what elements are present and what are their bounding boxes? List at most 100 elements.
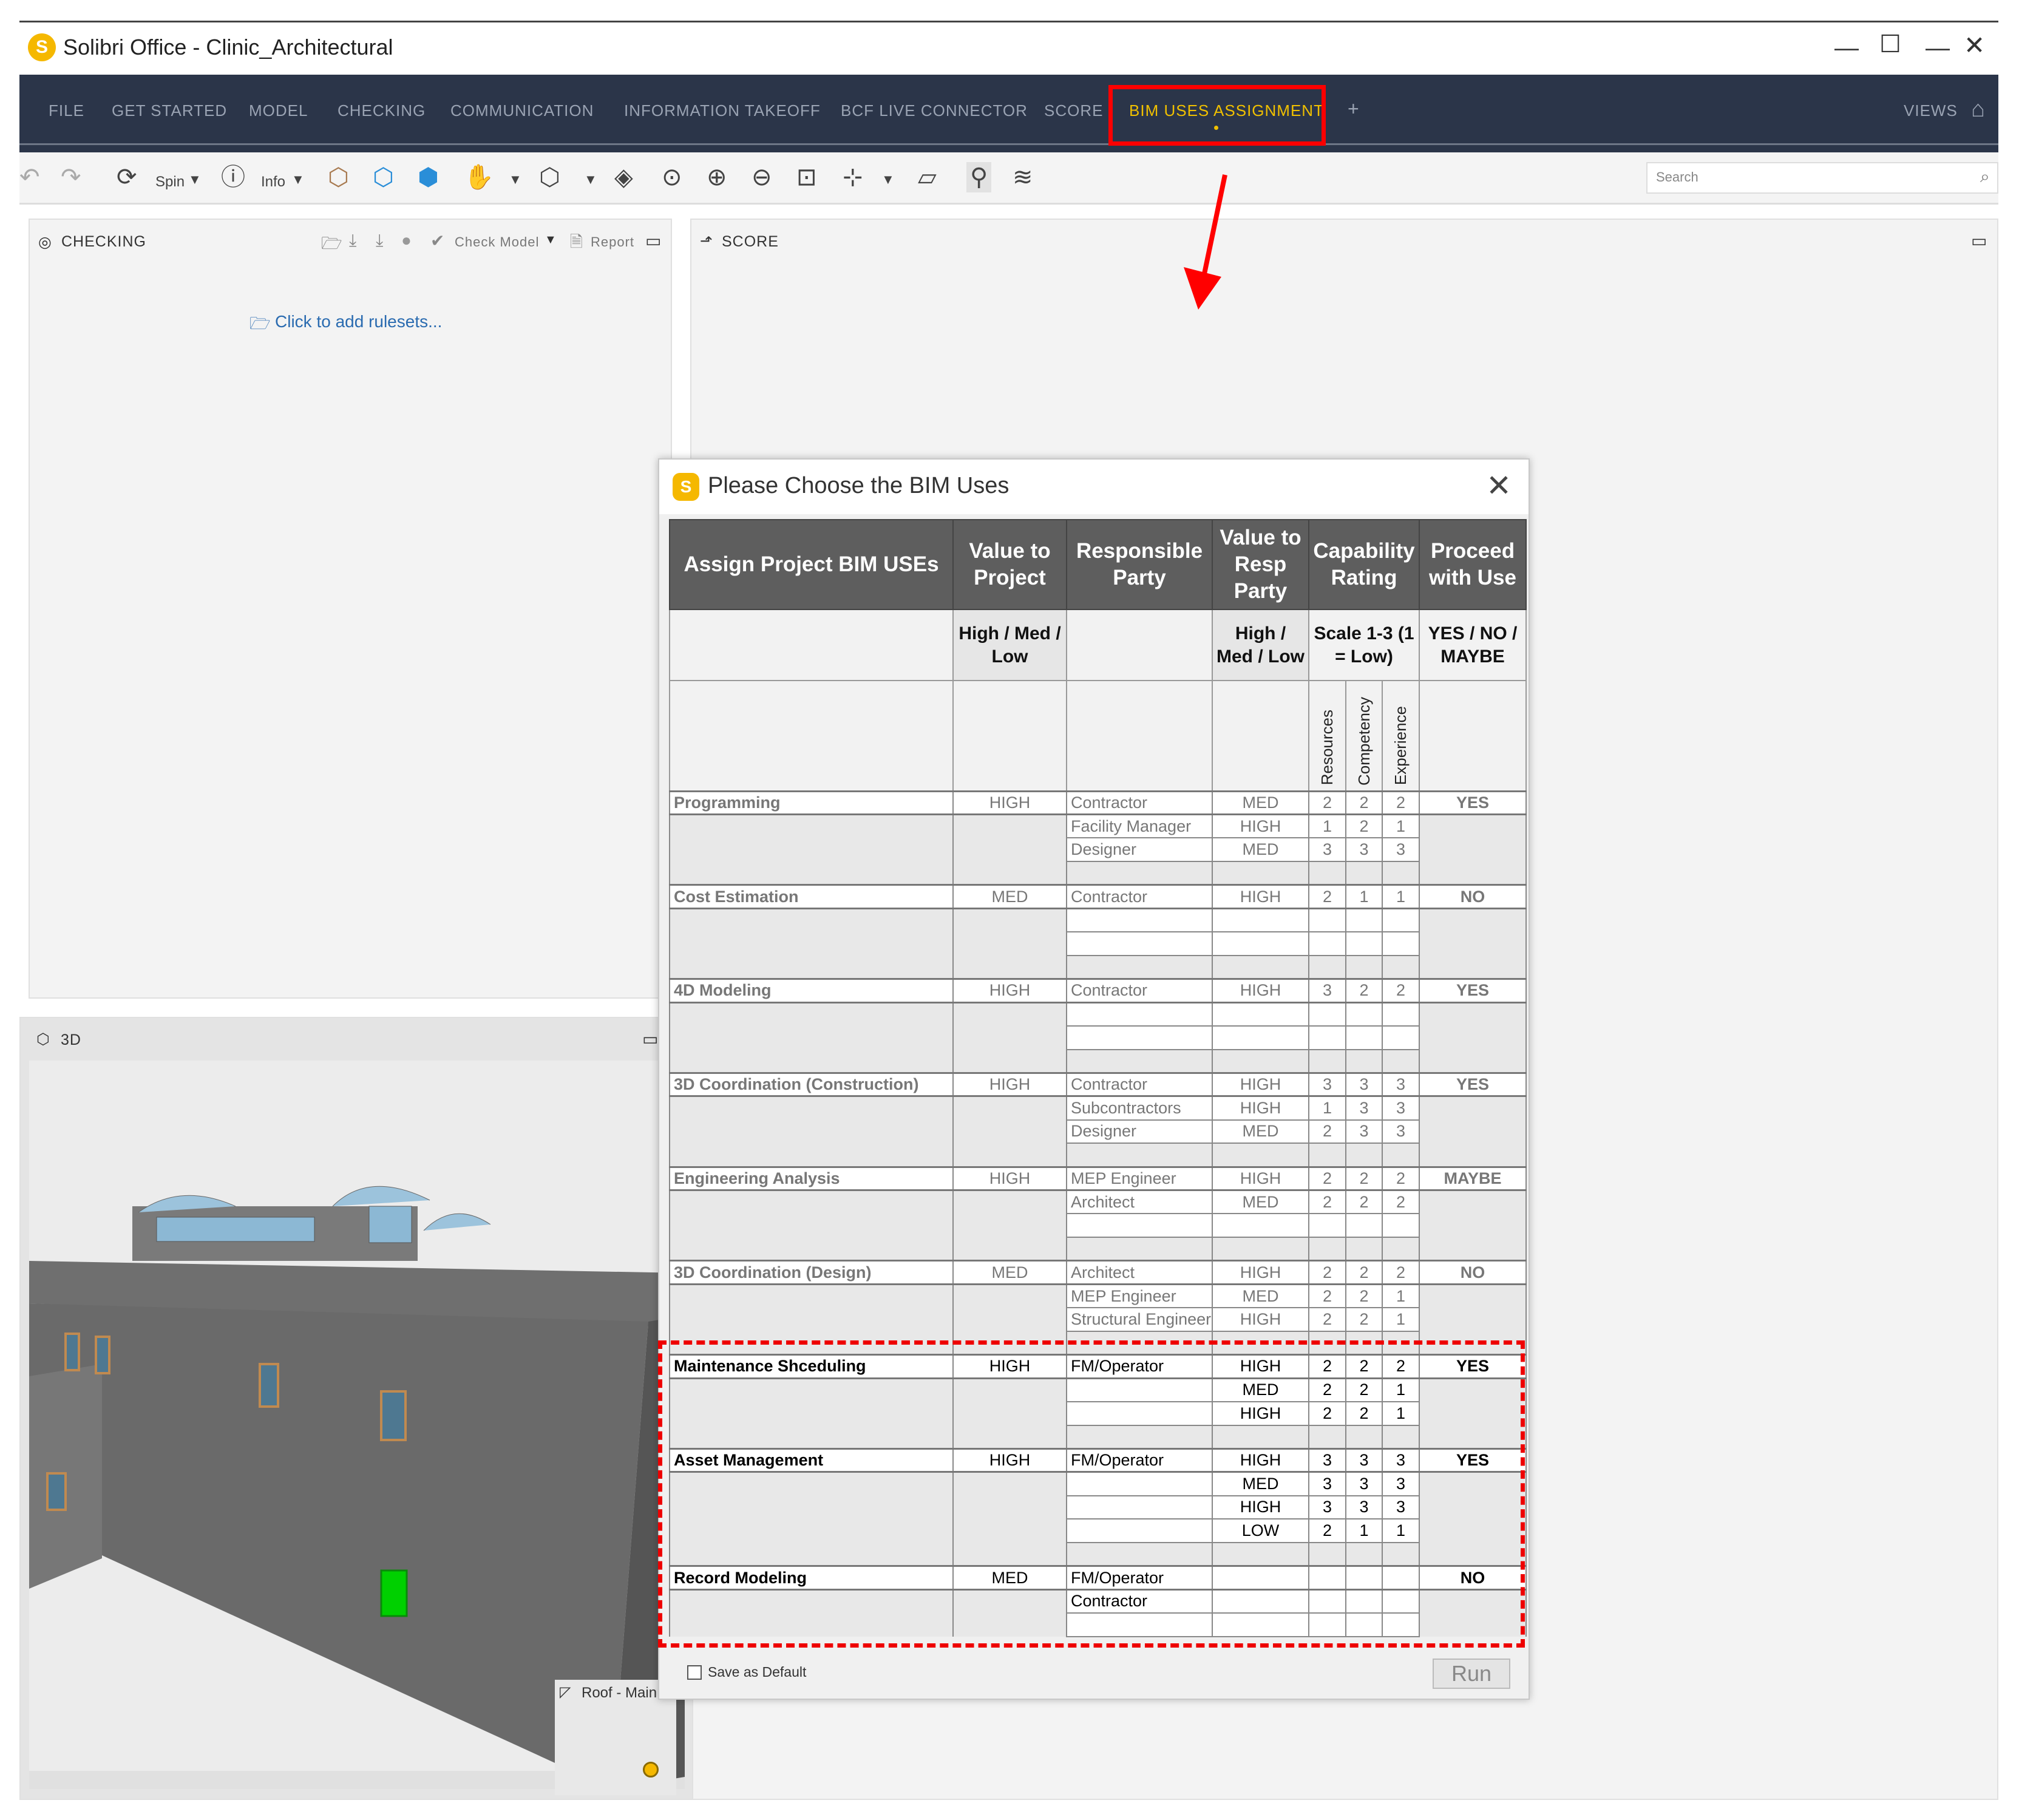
experience-rating[interactable]: 1 (1382, 1308, 1419, 1331)
responsible-party[interactable]: MEP Engineer (1067, 1167, 1212, 1190)
report-button[interactable]: Report (591, 234, 634, 250)
resources-rating[interactable]: 2 (1309, 1120, 1346, 1144)
add-tab-button[interactable]: + (1348, 98, 1360, 120)
responsible-party[interactable]: Subcontractors (1067, 1096, 1212, 1120)
add-rulesets-link[interactable]: Click to add rulesets... (275, 312, 442, 331)
section-box-icon[interactable]: ◈ (614, 162, 633, 192)
value-to-project[interactable]: HIGH (953, 1073, 1067, 1096)
experience-rating[interactable]: 3 (1382, 1120, 1419, 1144)
responsible-party[interactable] (1067, 1026, 1212, 1050)
experience-rating[interactable]: 1 (1382, 1284, 1419, 1308)
floor-label[interactable]: Roof - Main (582, 1685, 657, 1702)
competency-rating[interactable]: 1 (1346, 885, 1382, 909)
maximize-button[interactable]: ☐ (1879, 30, 1901, 58)
map-icon[interactable]: ⚲ (966, 162, 991, 192)
maximize-panel-icon[interactable]: ▭ (645, 231, 662, 251)
resources-rating[interactable]: 2 (1309, 791, 1346, 815)
value-to-resp-party[interactable]: MED (1212, 1190, 1309, 1214)
competency-rating[interactable]: 3 (1346, 838, 1382, 861)
check-model-button[interactable]: Check Model (455, 234, 539, 250)
search-input[interactable]: Search (1646, 162, 1998, 194)
isolate-cube-icon[interactable]: ⬢ (418, 162, 439, 192)
value-to-resp-party[interactable]: MED (1212, 838, 1309, 861)
resources-rating[interactable]: 2 (1309, 1308, 1346, 1331)
responsible-party[interactable]: Designer (1067, 1120, 1212, 1144)
tab-checking[interactable]: CHECKING (338, 101, 426, 120)
competency-rating[interactable]: 3 (1346, 1096, 1382, 1120)
value-to-resp-party[interactable]: HIGH (1212, 1308, 1309, 1331)
views-icon[interactable]: ⌂ (1971, 97, 1986, 123)
competency-rating[interactable]: 2 (1346, 1261, 1382, 1285)
resources-rating[interactable]: 2 (1309, 885, 1346, 909)
info-icon[interactable]: ⓘ (221, 162, 245, 192)
resources-rating[interactable] (1309, 1002, 1346, 1026)
experience-rating[interactable]: 2 (1382, 791, 1419, 815)
value-to-resp-party[interactable] (1212, 1214, 1309, 1237)
responsible-party[interactable] (1067, 1214, 1212, 1237)
open-folder-icon[interactable]: 🗁 (321, 231, 343, 260)
proceed-with-use[interactable]: YES (1419, 791, 1526, 815)
experience-rating[interactable] (1382, 1002, 1419, 1026)
chevron-down-icon[interactable]: ▼ (545, 233, 557, 247)
value-to-resp-party[interactable] (1212, 908, 1309, 932)
resources-rating[interactable]: 1 (1309, 1096, 1346, 1120)
resources-rating[interactable]: 2 (1309, 1261, 1346, 1285)
proceed-with-use[interactable]: YES (1419, 979, 1526, 1003)
resources-rating[interactable] (1309, 1026, 1346, 1050)
minimize-button-2[interactable]: — (1828, 31, 1865, 65)
resources-rating[interactable] (1309, 1214, 1346, 1237)
chevron-down-icon[interactable]: ▼ (291, 165, 305, 195)
value-to-resp-party[interactable]: HIGH (1212, 1096, 1309, 1120)
walk-icon[interactable]: ✋ (464, 162, 494, 192)
competency-rating[interactable]: 3 (1346, 1073, 1382, 1096)
spin-icon[interactable]: ⟳ (117, 162, 137, 192)
competency-rating[interactable] (1346, 908, 1382, 932)
experience-rating[interactable] (1382, 932, 1419, 956)
value-to-resp-party[interactable]: MED (1212, 1284, 1309, 1308)
responsible-party[interactable]: Designer (1067, 838, 1212, 861)
layers-icon[interactable]: ≋ (1013, 162, 1033, 192)
competency-rating[interactable] (1346, 1002, 1382, 1026)
resources-rating[interactable] (1309, 908, 1346, 932)
close-dialog-button[interactable]: ✕ (1486, 468, 1512, 503)
value-to-resp-party[interactable]: HIGH (1212, 1167, 1309, 1190)
undo-icon[interactable]: ↶ (19, 162, 40, 192)
tab-model[interactable]: MODEL (249, 101, 308, 120)
experience-rating[interactable] (1382, 908, 1419, 932)
upload-icon[interactable]: ⤓ (376, 231, 384, 251)
chevron-down-icon[interactable]: ▼ (881, 165, 895, 195)
responsible-party[interactable]: Facility Manager (1067, 815, 1212, 838)
experience-rating[interactable]: 2 (1382, 979, 1419, 1003)
proceed-with-use[interactable]: MAYBE (1419, 1167, 1526, 1190)
competency-rating[interactable] (1346, 1026, 1382, 1050)
view-cube-icon[interactable]: ⬡ (539, 162, 560, 192)
experience-rating[interactable]: 1 (1382, 885, 1419, 909)
competency-rating[interactable]: 2 (1346, 979, 1382, 1003)
competency-rating[interactable]: 3 (1346, 1120, 1382, 1144)
competency-rating[interactable]: 2 (1346, 791, 1382, 815)
responsible-party[interactable] (1067, 908, 1212, 932)
value-to-resp-party[interactable]: MED (1212, 791, 1309, 815)
experience-rating[interactable]: 3 (1382, 1096, 1419, 1120)
value-to-project[interactable]: MED (953, 885, 1067, 909)
value-to-resp-party[interactable]: HIGH (1212, 885, 1309, 909)
download-icon[interactable]: ⤓ (349, 231, 357, 251)
competency-rating[interactable]: 2 (1346, 1284, 1382, 1308)
chevron-down-icon[interactable]: ▼ (188, 165, 202, 195)
responsible-party[interactable]: Contractor (1067, 979, 1212, 1003)
maximize-panel-icon[interactable]: ▭ (1971, 231, 1987, 251)
experience-rating[interactable]: 1 (1382, 815, 1419, 838)
chevron-down-icon[interactable]: ▼ (584, 165, 597, 195)
chevron-down-icon[interactable]: ▼ (509, 165, 522, 195)
value-to-resp-party[interactable]: HIGH (1212, 979, 1309, 1003)
competency-rating[interactable] (1346, 932, 1382, 956)
experience-rating[interactable]: 2 (1382, 1261, 1419, 1285)
resources-rating[interactable]: 2 (1309, 1167, 1346, 1190)
tab-get-started[interactable]: GET STARTED (112, 101, 227, 120)
responsible-party[interactable]: Contractor (1067, 1073, 1212, 1096)
experience-rating[interactable] (1382, 1214, 1419, 1237)
value-to-project[interactable]: HIGH (953, 979, 1067, 1003)
responsible-party[interactable]: Architect (1067, 1190, 1212, 1214)
competency-rating[interactable]: 2 (1346, 815, 1382, 838)
responsible-party[interactable] (1067, 932, 1212, 956)
